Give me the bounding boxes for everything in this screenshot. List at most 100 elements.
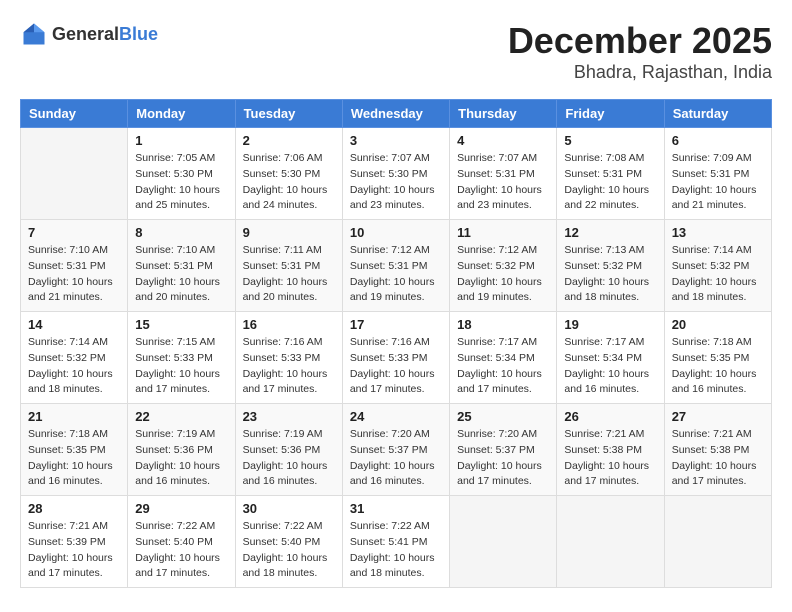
calendar-cell: 20Sunrise: 7:18 AM Sunset: 5:35 PM Dayli… xyxy=(664,312,771,404)
day-number: 16 xyxy=(243,317,335,332)
day-number: 25 xyxy=(457,409,549,424)
day-info: Sunrise: 7:10 AM Sunset: 5:31 PM Dayligh… xyxy=(135,243,227,306)
day-info: Sunrise: 7:07 AM Sunset: 5:30 PM Dayligh… xyxy=(350,151,442,214)
day-info: Sunrise: 7:12 AM Sunset: 5:31 PM Dayligh… xyxy=(350,243,442,306)
weekday-header-thursday: Thursday xyxy=(450,100,557,128)
calendar-cell: 13Sunrise: 7:14 AM Sunset: 5:32 PM Dayli… xyxy=(664,220,771,312)
calendar-cell: 1 Sunrise: 7:05 AM Sunset: 5:30 PM Daylig… xyxy=(128,128,235,220)
weekday-header-monday: Monday xyxy=(128,100,235,128)
weekday-header-saturday: Saturday xyxy=(664,100,771,128)
calendar-cell: 4Sunrise: 7:07 AM Sunset: 5:31 PM Daylig… xyxy=(450,128,557,220)
calendar-cell: 3 Sunrise: 7:07 AM Sunset: 5:30 PM Daylig… xyxy=(342,128,449,220)
logo: GeneralBlue xyxy=(20,20,158,48)
day-info: Sunrise: 7:20 AM Sunset: 5:37 PM Dayligh… xyxy=(350,427,442,490)
logo-text: GeneralBlue xyxy=(52,24,158,45)
day-info: Sunrise: 7:05 AM Sunset: 5:30 PM Dayligh… xyxy=(135,151,227,214)
calendar-cell: 11Sunrise: 7:12 AM Sunset: 5:32 PM Dayli… xyxy=(450,220,557,312)
calendar-cell: 28 Sunrise: 7:21 AM Sunset: 5:39 PM Dayli… xyxy=(21,496,128,588)
calendar-cell: 18 Sunrise: 7:17 AM Sunset: 5:34 PM Dayli… xyxy=(450,312,557,404)
day-number: 20 xyxy=(672,317,764,332)
calendar-cell: 26 Sunrise: 7:21 AM Sunset: 5:38 PM Dayli… xyxy=(557,404,664,496)
day-number: 18 xyxy=(457,317,549,332)
day-info: Sunrise: 7:18 AM Sunset: 5:35 PM Dayligh… xyxy=(28,427,120,490)
day-number: 9 xyxy=(243,225,335,240)
calendar-cell: 23 Sunrise: 7:19 AM Sunset: 5:36 PM Dayli… xyxy=(235,404,342,496)
calendar-cell: 21 Sunrise: 7:18 AM Sunset: 5:35 PM Dayli… xyxy=(21,404,128,496)
day-info: Sunrise: 7:14 AM Sunset: 5:32 PM Dayligh… xyxy=(28,335,120,398)
day-info: Sunrise: 7:06 AM Sunset: 5:30 PM Dayligh… xyxy=(243,151,335,214)
day-number: 13 xyxy=(672,225,764,240)
day-info: Sunrise: 7:11 AM Sunset: 5:31 PM Dayligh… xyxy=(243,243,335,306)
day-info: Sunrise: 7:17 AM Sunset: 5:34 PM Dayligh… xyxy=(457,335,549,398)
calendar-cell: 25Sunrise: 7:20 AM Sunset: 5:37 PM Dayli… xyxy=(450,404,557,496)
day-number: 14 xyxy=(28,317,120,332)
calendar-header-row: SundayMondayTuesdayWednesdayThursdayFrid… xyxy=(21,100,772,128)
day-info: Sunrise: 7:12 AM Sunset: 5:32 PM Dayligh… xyxy=(457,243,549,306)
day-info: Sunrise: 7:21 AM Sunset: 5:38 PM Dayligh… xyxy=(672,427,764,490)
day-number: 8 xyxy=(135,225,227,240)
day-info: Sunrise: 7:09 AM Sunset: 5:31 PM Dayligh… xyxy=(672,151,764,214)
calendar-table: SundayMondayTuesdayWednesdayThursdayFrid… xyxy=(20,99,772,588)
day-info: Sunrise: 7:15 AM Sunset: 5:33 PM Dayligh… xyxy=(135,335,227,398)
day-number: 29 xyxy=(135,501,227,516)
title-block: December 2025 Bhadra, Rajasthan, India xyxy=(508,20,772,83)
day-info: Sunrise: 7:22 AM Sunset: 5:41 PM Dayligh… xyxy=(350,519,442,582)
day-number: 30 xyxy=(243,501,335,516)
page-header: GeneralBlue December 2025 Bhadra, Rajast… xyxy=(20,20,772,83)
day-info: Sunrise: 7:16 AM Sunset: 5:33 PM Dayligh… xyxy=(243,335,335,398)
weekday-header-sunday: Sunday xyxy=(21,100,128,128)
day-number: 21 xyxy=(28,409,120,424)
calendar-cell: 14 Sunrise: 7:14 AM Sunset: 5:32 PM Dayli… xyxy=(21,312,128,404)
calendar-week-row: 14 Sunrise: 7:14 AM Sunset: 5:32 PM Dayli… xyxy=(21,312,772,404)
day-number: 15 xyxy=(135,317,227,332)
day-info: Sunrise: 7:10 AM Sunset: 5:31 PM Dayligh… xyxy=(28,243,120,306)
day-number: 1 xyxy=(135,133,227,148)
calendar-cell: 29Sunrise: 7:22 AM Sunset: 5:40 PM Dayli… xyxy=(128,496,235,588)
day-info: Sunrise: 7:13 AM Sunset: 5:32 PM Dayligh… xyxy=(564,243,656,306)
logo-blue: Blue xyxy=(119,24,158,44)
day-number: 28 xyxy=(28,501,120,516)
calendar-cell: 30 Sunrise: 7:22 AM Sunset: 5:40 PM Dayli… xyxy=(235,496,342,588)
calendar-cell xyxy=(557,496,664,588)
location-subtitle: Bhadra, Rajasthan, India xyxy=(508,62,772,83)
day-number: 6 xyxy=(672,133,764,148)
day-info: Sunrise: 7:21 AM Sunset: 5:39 PM Dayligh… xyxy=(28,519,120,582)
day-number: 23 xyxy=(243,409,335,424)
day-number: 10 xyxy=(350,225,442,240)
calendar-cell: 9 Sunrise: 7:11 AM Sunset: 5:31 PM Daylig… xyxy=(235,220,342,312)
day-info: Sunrise: 7:19 AM Sunset: 5:36 PM Dayligh… xyxy=(243,427,335,490)
logo-general: General xyxy=(52,24,119,44)
calendar-week-row: 7 Sunrise: 7:10 AM Sunset: 5:31 PM Daylig… xyxy=(21,220,772,312)
calendar-cell xyxy=(450,496,557,588)
day-number: 17 xyxy=(350,317,442,332)
calendar-cell: 7 Sunrise: 7:10 AM Sunset: 5:31 PM Daylig… xyxy=(21,220,128,312)
calendar-cell: 17Sunrise: 7:16 AM Sunset: 5:33 PM Dayli… xyxy=(342,312,449,404)
calendar-cell: 16 Sunrise: 7:16 AM Sunset: 5:33 PM Dayli… xyxy=(235,312,342,404)
day-info: Sunrise: 7:08 AM Sunset: 5:31 PM Dayligh… xyxy=(564,151,656,214)
day-info: Sunrise: 7:17 AM Sunset: 5:34 PM Dayligh… xyxy=(564,335,656,398)
logo-icon xyxy=(20,20,48,48)
weekday-header-friday: Friday xyxy=(557,100,664,128)
calendar-cell: 22Sunrise: 7:19 AM Sunset: 5:36 PM Dayli… xyxy=(128,404,235,496)
day-number: 7 xyxy=(28,225,120,240)
day-info: Sunrise: 7:21 AM Sunset: 5:38 PM Dayligh… xyxy=(564,427,656,490)
day-number: 3 xyxy=(350,133,442,148)
calendar-cell: 19Sunrise: 7:17 AM Sunset: 5:34 PM Dayli… xyxy=(557,312,664,404)
day-number: 2 xyxy=(243,133,335,148)
day-info: Sunrise: 7:22 AM Sunset: 5:40 PM Dayligh… xyxy=(243,519,335,582)
weekday-header-wednesday: Wednesday xyxy=(342,100,449,128)
calendar-cell xyxy=(21,128,128,220)
calendar-cell: 2 Sunrise: 7:06 AM Sunset: 5:30 PM Daylig… xyxy=(235,128,342,220)
calendar-cell: 24Sunrise: 7:20 AM Sunset: 5:37 PM Dayli… xyxy=(342,404,449,496)
calendar-cell: 10 Sunrise: 7:12 AM Sunset: 5:31 PM Dayli… xyxy=(342,220,449,312)
day-number: 12 xyxy=(564,225,656,240)
day-number: 5 xyxy=(564,133,656,148)
calendar-cell: 5 Sunrise: 7:08 AM Sunset: 5:31 PM Daylig… xyxy=(557,128,664,220)
calendar-week-row: 21 Sunrise: 7:18 AM Sunset: 5:35 PM Dayli… xyxy=(21,404,772,496)
calendar-cell: 27Sunrise: 7:21 AM Sunset: 5:38 PM Dayli… xyxy=(664,404,771,496)
weekday-header-tuesday: Tuesday xyxy=(235,100,342,128)
day-number: 22 xyxy=(135,409,227,424)
calendar-cell: 8 Sunrise: 7:10 AM Sunset: 5:31 PM Daylig… xyxy=(128,220,235,312)
calendar-cell: 15 Sunrise: 7:15 AM Sunset: 5:33 PM Dayli… xyxy=(128,312,235,404)
day-number: 26 xyxy=(564,409,656,424)
